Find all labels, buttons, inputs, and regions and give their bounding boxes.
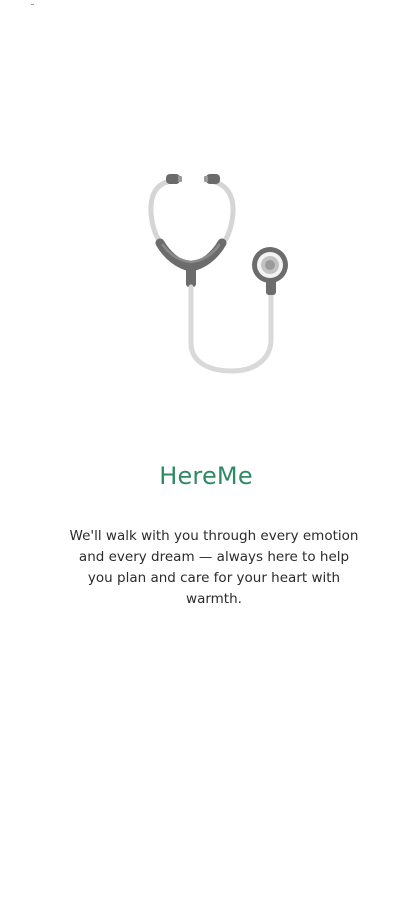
stethoscope-icon xyxy=(148,174,288,374)
splash-screen: HereMe We'll walk with you through every… xyxy=(0,0,412,917)
welcome-description: We'll walk with you through every emotio… xyxy=(69,528,359,607)
status-bar-indicator xyxy=(31,4,34,5)
app-title: HereMe xyxy=(159,462,253,490)
stethoscope-illustration xyxy=(130,165,300,380)
